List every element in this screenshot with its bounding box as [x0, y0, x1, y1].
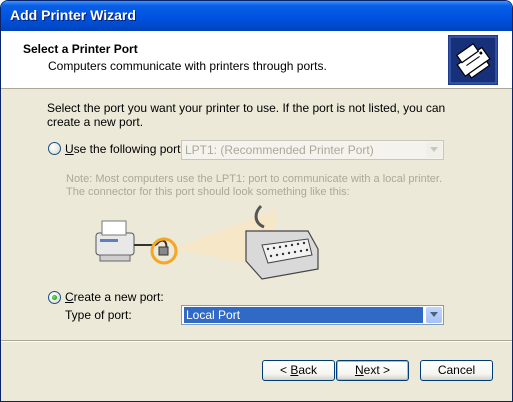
intro-text: Select the port you want your printer to… — [47, 101, 446, 129]
port-type-value: Local Port — [184, 307, 423, 323]
use-existing-port-radio[interactable] — [48, 142, 61, 155]
cancel-button[interactable]: Cancel — [420, 360, 493, 381]
existing-port-combo[interactable]: LPT1: (Recommended Printer Port) — [181, 140, 444, 160]
footer-separator — [1, 340, 512, 342]
chevron-down-icon[interactable] — [426, 307, 442, 323]
back-button[interactable]: < Back — [262, 360, 335, 381]
existing-port-value: LPT1: (Recommended Printer Port) — [185, 143, 374, 157]
header-subtitle: Computers communicate with printers thro… — [48, 59, 327, 73]
chevron-down-icon[interactable] — [426, 142, 442, 158]
title-bar[interactable]: Add Printer Wizard — [1, 1, 512, 31]
printer-connector-illustration — [95, 204, 319, 280]
note-text: Note: Most computers use the LPT1: port … — [66, 173, 443, 198]
add-printer-wizard-window: Add Printer Wizard Select a Printer Port… — [0, 0, 513, 402]
port-type-combo[interactable]: Local Port — [181, 305, 444, 325]
create-new-port-label[interactable]: Create a new port: — [65, 290, 164, 304]
radio-selected-dot — [52, 295, 57, 300]
create-new-port-radio[interactable] — [48, 291, 61, 304]
window-title: Add Printer Wizard — [10, 7, 136, 23]
header-title: Select a Printer Port — [23, 42, 138, 56]
use-existing-port-label[interactable]: Use the following port: — [65, 142, 184, 156]
db25-connector-icon — [245, 204, 319, 280]
next-button[interactable]: Next > — [336, 360, 409, 381]
wizard-header: Select a Printer Port Computers communic… — [1, 31, 512, 89]
printer-port-icon — [448, 35, 498, 85]
type-of-port-label: Type of port: — [65, 308, 132, 322]
